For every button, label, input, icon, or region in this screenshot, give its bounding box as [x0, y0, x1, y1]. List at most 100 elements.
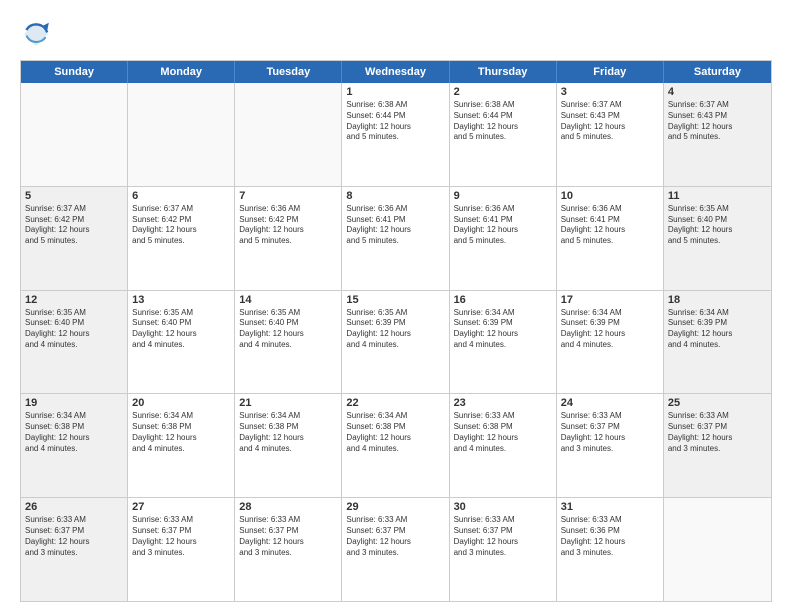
cell-info: Sunrise: 6:35 AM Sunset: 6:40 PM Dayligh…: [132, 308, 230, 351]
calendar-cell: 27Sunrise: 6:33 AM Sunset: 6:37 PM Dayli…: [128, 498, 235, 601]
calendar-cell: 12Sunrise: 6:35 AM Sunset: 6:40 PM Dayli…: [21, 291, 128, 394]
calendar-cell: 26 Sunrise: 6:33 AM Sunset: 6:37 PM Dayli…: [21, 498, 128, 601]
calendar-cell: 14 Sunrise: 6:35 AM Sunset: 6:40 PM Dayli…: [235, 291, 342, 394]
calendar-cell: 16Sunrise: 6:34 AM Sunset: 6:39 PM Dayli…: [450, 291, 557, 394]
calendar-cell: 13 Sunrise: 6:35 AM Sunset: 6:40 PM Dayli…: [128, 291, 235, 394]
cell-info: Sunrise: 6:34 AM Sunset: 6:39 PM Dayligh…: [561, 308, 659, 351]
day-number: 13: [132, 294, 230, 306]
calendar-header: SundayMondayTuesdayWednesdayThursdayFrid…: [21, 61, 771, 83]
cell-info: Sunrise: 6:36 AM Sunset: 6:41 PM Dayligh…: [561, 204, 659, 247]
header-day-wednesday: Wednesday: [342, 61, 449, 83]
day-number: 17: [561, 294, 659, 306]
header-day-tuesday: Tuesday: [235, 61, 342, 83]
cell-info: Sunrise: 6:34 AM Sunset: 6:38 PM Dayligh…: [25, 411, 123, 454]
day-number: 28: [239, 501, 337, 513]
logo-icon: [20, 18, 52, 50]
calendar-cell: 25 Sunrise: 6:33 AM Sunset: 6:37 PM Dayli…: [664, 394, 771, 497]
calendar-body: 1 Sunrise: 6:38 AM Sunset: 6:44 PM Daylig…: [21, 83, 771, 601]
calendar-cell: 2Sunrise: 6:38 AM Sunset: 6:44 PM Daylig…: [450, 83, 557, 186]
day-number: 4: [668, 86, 767, 98]
cell-info: Sunrise: 6:33 AM Sunset: 6:37 PM Dayligh…: [25, 515, 123, 558]
calendar-cell: 19 Sunrise: 6:34 AM Sunset: 6:38 PM Dayli…: [21, 394, 128, 497]
cell-info: Sunrise: 6:33 AM Sunset: 6:37 PM Dayligh…: [346, 515, 444, 558]
day-number: 23: [454, 397, 552, 409]
cell-info: Sunrise: 6:36 AM Sunset: 6:41 PM Dayligh…: [454, 204, 552, 247]
header: [20, 18, 772, 50]
cell-info: Sunrise: 6:36 AM Sunset: 6:41 PM Dayligh…: [346, 204, 444, 247]
day-number: 16: [454, 294, 552, 306]
calendar-row-4: 26 Sunrise: 6:33 AM Sunset: 6:37 PM Dayli…: [21, 498, 771, 601]
calendar-cell: 21 Sunrise: 6:34 AM Sunset: 6:38 PM Dayli…: [235, 394, 342, 497]
cell-info: Sunrise: 6:33 AM Sunset: 6:37 PM Dayligh…: [561, 411, 659, 454]
cell-info: Sunrise: 6:37 AM Sunset: 6:42 PM Dayligh…: [132, 204, 230, 247]
day-number: 30: [454, 501, 552, 513]
cell-info: Sunrise: 6:34 AM Sunset: 6:38 PM Dayligh…: [132, 411, 230, 454]
day-number: 31: [561, 501, 659, 513]
calendar-cell: 10 Sunrise: 6:36 AM Sunset: 6:41 PM Dayli…: [557, 187, 664, 290]
calendar-cell: 17 Sunrise: 6:34 AM Sunset: 6:39 PM Dayli…: [557, 291, 664, 394]
calendar-cell: 6 Sunrise: 6:37 AM Sunset: 6:42 PM Daylig…: [128, 187, 235, 290]
header-day-monday: Monday: [128, 61, 235, 83]
cell-info: Sunrise: 6:36 AM Sunset: 6:42 PM Dayligh…: [239, 204, 337, 247]
header-day-sunday: Sunday: [21, 61, 128, 83]
day-number: 8: [346, 190, 444, 202]
cell-info: Sunrise: 6:37 AM Sunset: 6:43 PM Dayligh…: [668, 100, 767, 143]
cell-info: Sunrise: 6:34 AM Sunset: 6:39 PM Dayligh…: [668, 308, 767, 351]
day-number: 3: [561, 86, 659, 98]
calendar-row-3: 19 Sunrise: 6:34 AM Sunset: 6:38 PM Dayli…: [21, 394, 771, 498]
page: SundayMondayTuesdayWednesdayThursdayFrid…: [0, 0, 792, 612]
calendar-cell: 7 Sunrise: 6:36 AM Sunset: 6:42 PM Daylig…: [235, 187, 342, 290]
day-number: 27: [132, 501, 230, 513]
calendar-cell: 11 Sunrise: 6:35 AM Sunset: 6:40 PM Dayli…: [664, 187, 771, 290]
calendar-cell: 8 Sunrise: 6:36 AM Sunset: 6:41 PM Daylig…: [342, 187, 449, 290]
calendar-cell: 18 Sunrise: 6:34 AM Sunset: 6:39 PM Dayli…: [664, 291, 771, 394]
calendar-row-1: 5Sunrise: 6:37 AM Sunset: 6:42 PM Daylig…: [21, 187, 771, 291]
cell-info: Sunrise: 6:35 AM Sunset: 6:40 PM Dayligh…: [668, 204, 767, 247]
cell-info: Sunrise: 6:38 AM Sunset: 6:44 PM Dayligh…: [346, 100, 444, 143]
calendar-cell: [21, 83, 128, 186]
calendar-cell: [128, 83, 235, 186]
calendar-cell: 5Sunrise: 6:37 AM Sunset: 6:42 PM Daylig…: [21, 187, 128, 290]
day-number: 26: [25, 501, 123, 513]
calendar: SundayMondayTuesdayWednesdayThursdayFrid…: [20, 60, 772, 602]
day-number: 20: [132, 397, 230, 409]
day-number: 22: [346, 397, 444, 409]
day-number: 18: [668, 294, 767, 306]
calendar-cell: 30 Sunrise: 6:33 AM Sunset: 6:37 PM Dayli…: [450, 498, 557, 601]
day-number: 11: [668, 190, 767, 202]
calendar-cell: 20 Sunrise: 6:34 AM Sunset: 6:38 PM Dayli…: [128, 394, 235, 497]
calendar-cell: [235, 83, 342, 186]
calendar-cell: 28Sunrise: 6:33 AM Sunset: 6:37 PM Dayli…: [235, 498, 342, 601]
cell-info: Sunrise: 6:33 AM Sunset: 6:38 PM Dayligh…: [454, 411, 552, 454]
cell-info: Sunrise: 6:34 AM Sunset: 6:38 PM Dayligh…: [346, 411, 444, 454]
day-number: 29: [346, 501, 444, 513]
day-number: 12: [25, 294, 123, 306]
day-number: 2: [454, 86, 552, 98]
day-number: 15: [346, 294, 444, 306]
day-number: 14: [239, 294, 337, 306]
calendar-cell: 24Sunrise: 6:33 AM Sunset: 6:37 PM Dayli…: [557, 394, 664, 497]
cell-info: Sunrise: 6:37 AM Sunset: 6:42 PM Dayligh…: [25, 204, 123, 247]
cell-info: Sunrise: 6:35 AM Sunset: 6:39 PM Dayligh…: [346, 308, 444, 351]
header-day-friday: Friday: [557, 61, 664, 83]
cell-info: Sunrise: 6:35 AM Sunset: 6:40 PM Dayligh…: [239, 308, 337, 351]
cell-info: Sunrise: 6:34 AM Sunset: 6:38 PM Dayligh…: [239, 411, 337, 454]
calendar-cell: 15 Sunrise: 6:35 AM Sunset: 6:39 PM Dayli…: [342, 291, 449, 394]
logo: [20, 18, 58, 50]
day-number: 1: [346, 86, 444, 98]
day-number: 7: [239, 190, 337, 202]
day-number: 10: [561, 190, 659, 202]
cell-info: Sunrise: 6:33 AM Sunset: 6:37 PM Dayligh…: [668, 411, 767, 454]
header-day-saturday: Saturday: [664, 61, 771, 83]
day-number: 6: [132, 190, 230, 202]
day-number: 21: [239, 397, 337, 409]
day-number: 19: [25, 397, 123, 409]
cell-info: Sunrise: 6:33 AM Sunset: 6:36 PM Dayligh…: [561, 515, 659, 558]
calendar-row-0: 1 Sunrise: 6:38 AM Sunset: 6:44 PM Daylig…: [21, 83, 771, 187]
day-number: 25: [668, 397, 767, 409]
header-day-thursday: Thursday: [450, 61, 557, 83]
calendar-row-2: 12 Sunrise: 6:35 AM Sunset: 6:40 PM Dayli…: [21, 291, 771, 395]
cell-info: Sunrise: 6:33 AM Sunset: 6:37 PM Dayligh…: [454, 515, 552, 558]
calendar-cell: [664, 498, 771, 601]
calendar-cell: 4 Sunrise: 6:37 AM Sunset: 6:43 PM Daylig…: [664, 83, 771, 186]
